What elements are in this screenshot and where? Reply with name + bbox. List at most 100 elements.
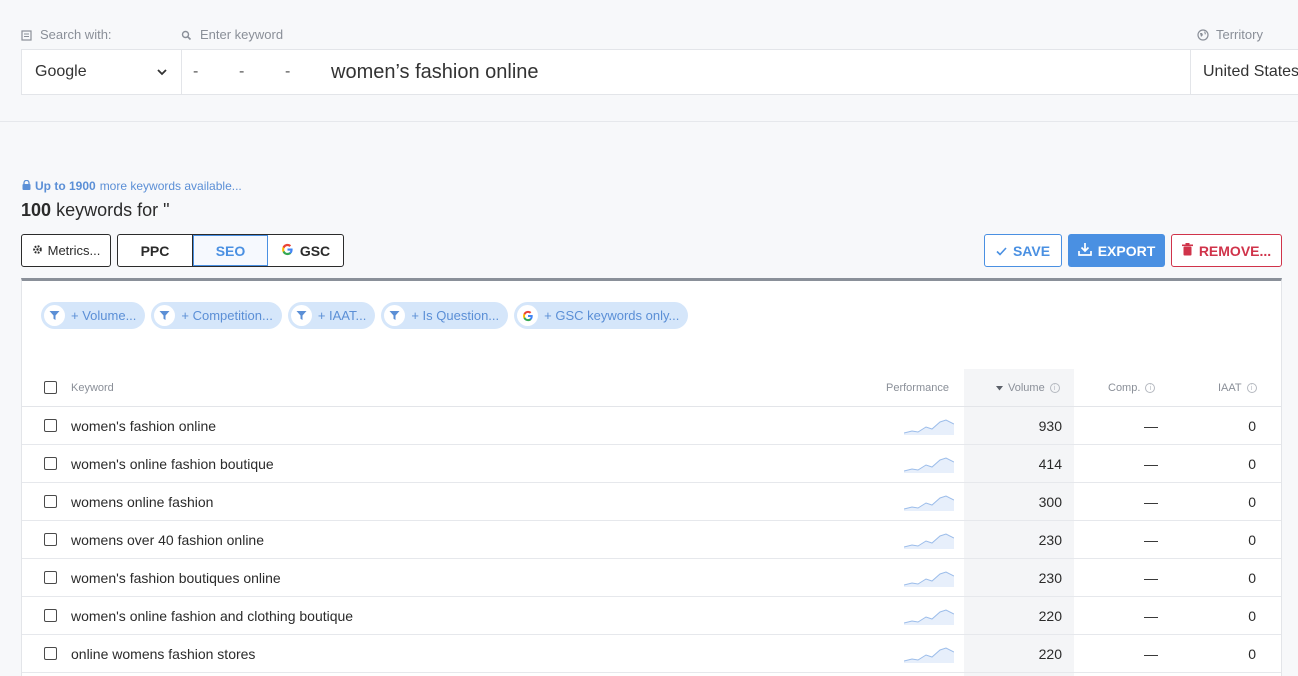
trash-icon [1181, 242, 1193, 259]
export-label: EXPORT [1097, 242, 1156, 259]
row-checkbox[interactable] [44, 571, 57, 584]
google-icon [281, 243, 294, 259]
performance-sparkline [903, 607, 955, 630]
header-keyword[interactable]: Keyword [71, 369, 114, 407]
globe-icon [1197, 29, 1209, 41]
volume-cell: 414 [1038, 456, 1062, 472]
keyword-cell[interactable]: women's fashion online [71, 407, 216, 445]
keyword-cell[interactable]: women's online fashion boutique [71, 445, 274, 483]
table-row[interactable]: women's fashion online 930 — 0 [22, 407, 1281, 445]
iaat-cell: 0 [1248, 608, 1256, 624]
metrics-button[interactable]: Metrics... [21, 234, 111, 267]
volume-cell: 930 [1038, 418, 1062, 434]
iaat-cell: 0 [1248, 418, 1256, 434]
keyword-label-group: Enter keyword [181, 27, 283, 42]
performance-sparkline [903, 493, 955, 516]
row-checkbox[interactable] [44, 419, 57, 432]
volume-cell: 230 [1038, 570, 1062, 586]
keyword-value: women’s fashion online [331, 60, 539, 83]
row-checkbox[interactable] [44, 533, 57, 546]
metrics-label: Metrics... [47, 243, 101, 258]
export-button[interactable]: EXPORT [1068, 234, 1165, 267]
tab-gsc[interactable]: GSC [268, 235, 343, 266]
performance-sparkline [903, 531, 955, 554]
header-comp-label: Comp. [1108, 382, 1141, 394]
keyword-count: 100 [21, 200, 52, 220]
territory-label-group: Territory [1197, 27, 1263, 42]
info-icon[interactable]: i [1049, 383, 1060, 393]
performance-sparkline [903, 417, 955, 440]
filter-chip-iaat[interactable]: + IAAT... [287, 302, 376, 329]
volume-cell: 230 [1038, 532, 1062, 548]
remove-button[interactable]: REMOVE... [1171, 234, 1282, 267]
filter-chip-volume[interactable]: + Volume... [41, 302, 146, 329]
row-checkbox[interactable] [44, 457, 57, 470]
tab-seo-label: SEO [215, 242, 246, 259]
filter-chip-label: + Competition... [181, 308, 273, 323]
more-keywords-notice[interactable]: Up to 1900 more keywords available... [22, 179, 242, 193]
keyword-table-panel: + Volume... + Competition... + IAAT... +… [21, 278, 1282, 676]
search-icon [181, 29, 192, 41]
download-icon [1077, 242, 1092, 259]
header-performance-label: Performance [886, 382, 949, 394]
header-iaat[interactable]: IAAT i [1218, 369, 1257, 407]
search-engine-select[interactable]: Google [22, 50, 182, 94]
table-row[interactable]: women's fashion boutiques online 230 — 0 [22, 559, 1281, 597]
tab-seo[interactable]: SEO [193, 235, 268, 266]
row-checkbox[interactable] [44, 609, 57, 622]
upto-count: Up to 1900 [35, 179, 96, 193]
keyword-input[interactable]: - - - women’s fashion online [182, 50, 1190, 94]
table-row[interactable]: womens online fashion 300 — 0 [22, 483, 1281, 521]
select-all-checkbox[interactable] [44, 381, 57, 394]
table-row[interactable]: women's online fashion boutique 414 — 0 [22, 445, 1281, 483]
keyword-cell[interactable]: women's fashion boutiques online [71, 559, 281, 597]
info-icon[interactable]: i [1145, 383, 1156, 393]
keyword-prefix-dash: - [239, 63, 245, 80]
performance-sparkline [903, 645, 955, 668]
header-comp[interactable]: Comp. i [1108, 369, 1156, 407]
header-keyword-label: Keyword [71, 382, 114, 394]
row-checkbox[interactable] [44, 495, 57, 508]
data-source-toggle: PPC SEO GSC [117, 234, 344, 267]
filter-chips: + Volume... + Competition... + IAAT... +… [41, 302, 689, 329]
filter-chip-is-question[interactable]: + Is Question... [381, 302, 509, 329]
performance-sparkline [903, 455, 955, 478]
keyword-prefix-dash: - [193, 63, 199, 80]
table-header: Keyword Performance Volume i Comp. i IAA… [22, 369, 1281, 407]
keyword-cell[interactable]: online womens fashion stores [71, 635, 255, 673]
filter-icon [290, 305, 312, 326]
header-volume[interactable]: Volume i [996, 369, 1060, 407]
keyword-cell[interactable]: womens online fashion [71, 483, 213, 521]
filter-chip-label: + IAAT... [317, 308, 367, 323]
iaat-cell: 0 [1248, 494, 1256, 510]
lock-icon [22, 179, 31, 193]
comp-cell: — [1144, 608, 1158, 624]
remove-label: REMOVE... [1198, 242, 1272, 259]
territory-select[interactable]: United States [1190, 50, 1298, 94]
keyword-cell[interactable]: womens over 40 fashion online [71, 521, 264, 559]
filter-chip-competition[interactable]: + Competition... [151, 302, 282, 329]
keyword-cell[interactable]: women's online fashion and clothing bout… [71, 597, 353, 635]
header-performance: Performance [886, 369, 949, 407]
save-button[interactable]: SAVE [984, 234, 1062, 267]
header-iaat-label: IAAT [1218, 382, 1242, 394]
tab-ppc[interactable]: PPC [118, 235, 193, 266]
iaat-cell: 0 [1248, 570, 1256, 586]
filter-icon [44, 305, 65, 326]
filter-chip-label: + GSC keywords only... [544, 308, 680, 323]
comp-cell: — [1144, 570, 1158, 586]
chevron-down-icon [157, 63, 167, 81]
table-row[interactable]: womens over 40 fashion online 230 — 0 [22, 521, 1281, 559]
save-label: SAVE [1012, 242, 1051, 259]
row-checkbox[interactable] [44, 647, 57, 660]
info-icon[interactable]: i [1246, 383, 1257, 393]
tab-gsc-label: GSC [299, 242, 331, 259]
comp-cell: — [1144, 418, 1158, 434]
filter-chip-gsc[interactable]: + GSC keywords only... [514, 302, 689, 329]
filter-icon [384, 305, 406, 326]
table-row[interactable]: women's online fashion and clothing bout… [22, 597, 1281, 635]
filter-icon [154, 305, 176, 326]
google-icon [517, 305, 539, 326]
table-row[interactable]: online womens fashion stores 220 — 0 [22, 635, 1281, 673]
comp-cell: — [1144, 646, 1158, 662]
